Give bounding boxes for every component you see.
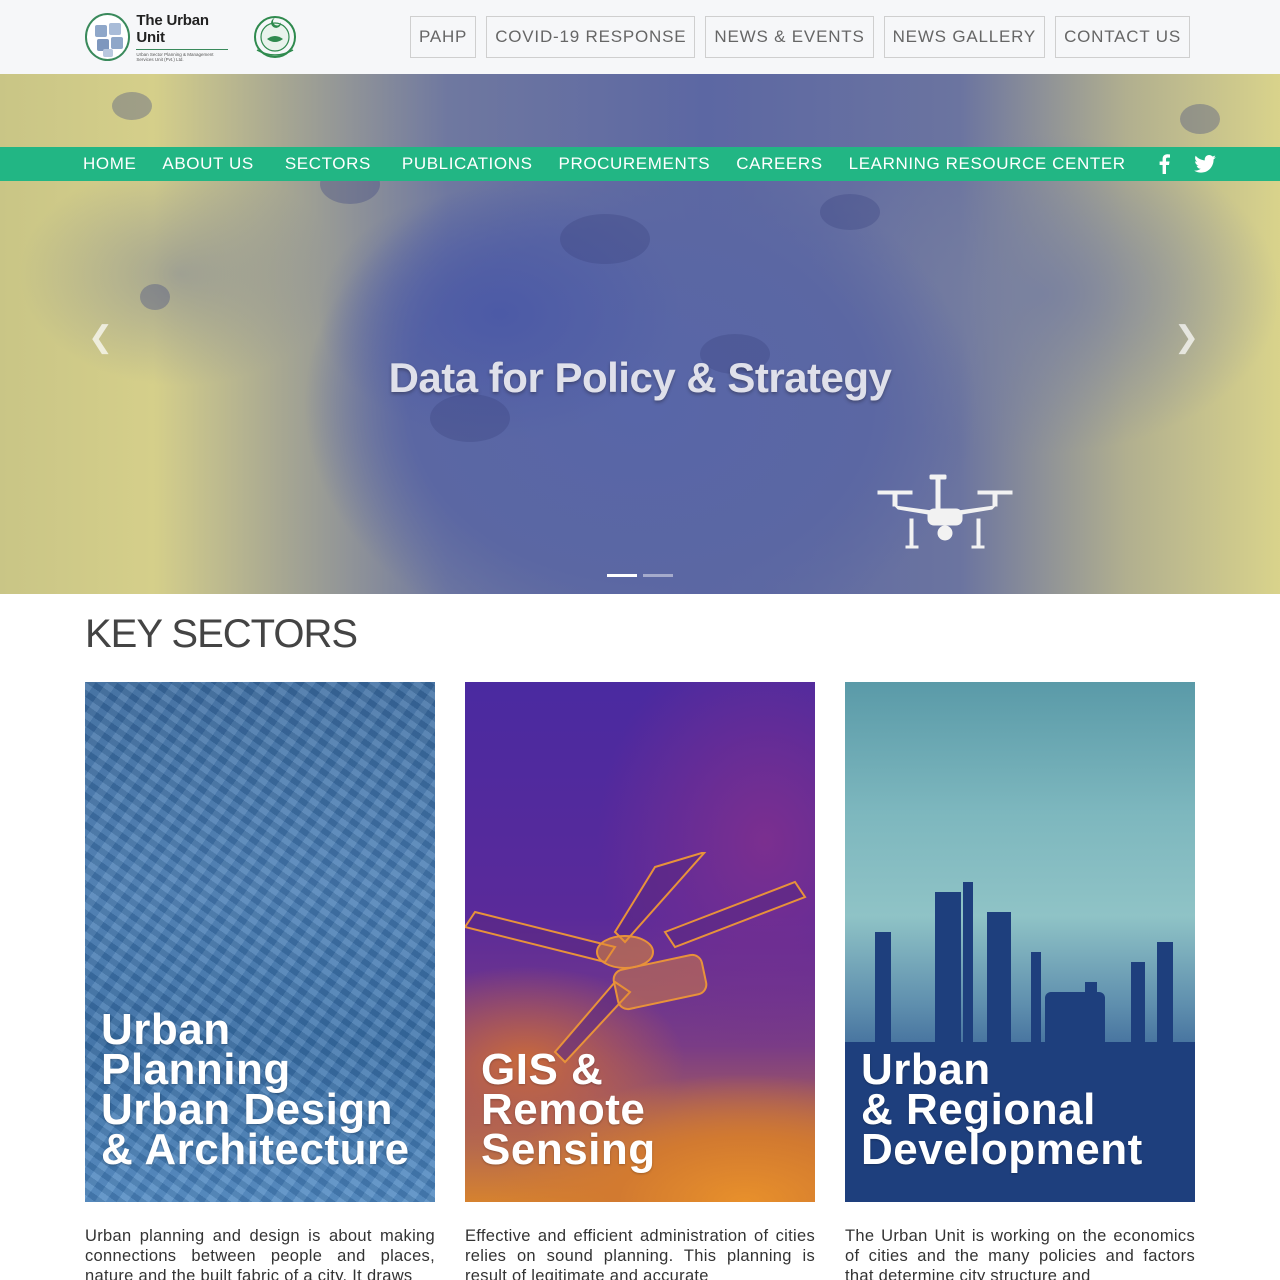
punjab-government-emblem-icon: [254, 16, 296, 58]
carousel-dot-2[interactable]: [643, 574, 673, 577]
sector-description: Urban planning and design is about makin…: [85, 1227, 435, 1280]
carousel-dot-1[interactable]: [607, 574, 637, 577]
heading-line: Development: [861, 1125, 1143, 1174]
nav-procurements[interactable]: PROCUREMENTS: [559, 154, 711, 174]
facebook-icon[interactable]: [1158, 154, 1170, 174]
twitter-icon[interactable]: [1193, 155, 1216, 173]
sector-description: Effective and efficient administration o…: [465, 1227, 815, 1280]
heading-line: Planning: [101, 1045, 291, 1094]
sector-card-gis-remote-sensing[interactable]: GIS & Remote Sensing: [465, 682, 815, 1202]
nav-sectors[interactable]: SECTORS: [285, 154, 371, 174]
top-link-news-gallery[interactable]: NEWS GALLERY: [883, 16, 1046, 58]
section-title-key-sectors: KEY SECTORS: [85, 612, 358, 656]
heading-line: Remote: [481, 1085, 646, 1134]
main-nav: HOME ABOUT US SECTORS PUBLICATIONS PROCU…: [0, 147, 1280, 181]
sector-card-urban-planning[interactable]: Urban Planning Urban Design & Architectu…: [85, 682, 435, 1202]
nav-home[interactable]: HOME: [83, 154, 136, 174]
nav-learning-resource-center[interactable]: LEARNING RESOURCE CENTER: [849, 154, 1126, 174]
carousel-next-icon[interactable]: ❯: [1174, 320, 1199, 355]
top-link-covid-19-response[interactable]: COVID-19 RESPONSE: [486, 16, 696, 58]
puzzle-logo-icon: [85, 13, 131, 61]
carousel-prev-icon[interactable]: ❮: [88, 320, 113, 355]
nav-careers[interactable]: CAREERS: [736, 154, 822, 174]
top-link-news-events[interactable]: NEWS & EVENTS: [705, 16, 874, 58]
heading-line: Sensing: [481, 1125, 656, 1174]
heading-line: Urban Design: [101, 1085, 394, 1134]
sector-card-heading: GIS & Remote Sensing: [481, 1045, 656, 1174]
urban-unit-logo[interactable]: The Urban Unit Urban Sector Planning & M…: [85, 12, 235, 62]
logo-title: The Urban Unit: [136, 12, 209, 46]
logo-subtitle: Urban Sector Planning & Management Servi…: [136, 49, 229, 62]
heading-line: & Regional: [861, 1085, 1096, 1134]
hero-title: Data for Policy & Strategy: [388, 354, 892, 401]
drone-icon: [877, 474, 1013, 549]
top-header: The Urban Unit Urban Sector Planning & M…: [0, 0, 1280, 74]
heading-line: & Architecture: [101, 1125, 410, 1174]
top-links: PAHP COVID-19 RESPONSE NEWS & EVENTS NEW…: [409, 16, 1190, 58]
top-link-pahp[interactable]: PAHP: [409, 16, 477, 58]
heading-line: Urban: [861, 1045, 991, 1094]
nav-about-us[interactable]: ABOUT US: [162, 154, 253, 174]
sector-description: The Urban Unit is working on the economi…: [845, 1227, 1195, 1280]
nav-publications[interactable]: PUBLICATIONS: [402, 154, 533, 174]
top-link-contact-us[interactable]: CONTACT US: [1055, 16, 1190, 58]
carousel-indicators: [607, 574, 673, 577]
heading-line: GIS &: [481, 1045, 604, 1094]
sector-card-heading: Urban Planning Urban Design & Architectu…: [101, 1005, 410, 1174]
sector-card-urban-regional-development[interactable]: Urban & Regional Development: [845, 682, 1195, 1202]
heading-line: Urban: [101, 1005, 231, 1054]
sector-card-heading: Urban & Regional Development: [861, 1045, 1143, 1174]
